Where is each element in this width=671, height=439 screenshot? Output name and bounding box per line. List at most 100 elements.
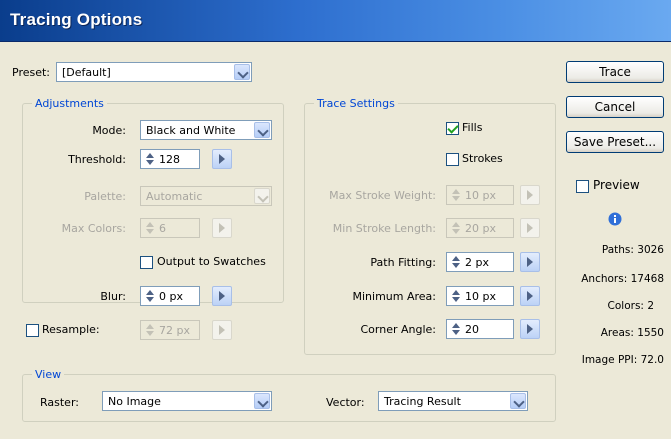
- max-colors-value: 6: [159, 222, 166, 235]
- mode-value: Black and White: [146, 124, 236, 137]
- chevron-down-icon[interactable]: [254, 188, 270, 204]
- arrow-right-icon: [527, 223, 533, 233]
- cancel-button-label: Cancel: [594, 100, 636, 114]
- resample-value: 72 px: [159, 324, 190, 337]
- max-stroke-weight-label: Max Stroke Weight:: [329, 189, 436, 202]
- preview-label: Preview: [593, 178, 640, 192]
- paths-value: 3026: [637, 244, 664, 256]
- trace-button-label: Trace: [599, 65, 631, 79]
- trace-button[interactable]: Trace: [566, 61, 664, 83]
- stepper-arrows-icon[interactable]: [143, 152, 155, 166]
- arrow-right-icon: [527, 257, 533, 267]
- blur-stepper[interactable]: 0 px: [140, 286, 200, 306]
- palette-label: Palette:: [84, 190, 126, 203]
- fills-checkbox[interactable]: [446, 122, 459, 135]
- min-stroke-length-slider-button[interactable]: [520, 218, 540, 238]
- arrow-right-icon: [219, 325, 225, 335]
- corner-angle-label: Corner Angle:: [360, 323, 436, 336]
- minimum-area-label: Minimum Area:: [352, 290, 437, 303]
- colors-value: 2: [647, 300, 654, 312]
- arrow-right-icon: [527, 291, 533, 301]
- min-stroke-length-stepper[interactable]: 20 px: [446, 218, 514, 238]
- stepper-arrows-icon[interactable]: [449, 322, 461, 336]
- threshold-slider-button[interactable]: [212, 149, 232, 169]
- raster-value: No Image: [108, 395, 161, 408]
- blur-value: 0 px: [159, 290, 183, 303]
- raster-dropdown[interactable]: No Image: [102, 391, 272, 411]
- min-stroke-length-value: 20 px: [465, 222, 496, 235]
- stepper-arrows-icon[interactable]: [449, 221, 461, 235]
- stepper-arrows-icon[interactable]: [143, 289, 155, 303]
- arrow-right-icon: [527, 190, 533, 200]
- paths-stat: Paths: 3026: [570, 244, 664, 256]
- stepper-arrows-icon[interactable]: [143, 221, 155, 235]
- image-ppi-stat: Image PPI: 72.0: [558, 354, 664, 366]
- stepper-arrows-icon[interactable]: [449, 255, 461, 269]
- dialog-title: Tracing Options: [10, 10, 143, 29]
- stepper-arrows-icon[interactable]: [143, 323, 155, 337]
- max-colors-stepper[interactable]: 6: [140, 218, 200, 238]
- title-bar[interactable]: Tracing Options: [0, 0, 671, 42]
- max-colors-slider-button[interactable]: [212, 218, 232, 238]
- raster-label: Raster:: [40, 396, 79, 409]
- max-stroke-weight-slider-button[interactable]: [520, 185, 540, 205]
- chevron-down-icon[interactable]: [510, 393, 526, 409]
- image-ppi-label: Image PPI:: [581, 354, 638, 366]
- corner-angle-stepper[interactable]: 20: [446, 319, 514, 339]
- threshold-value: 128: [159, 153, 180, 166]
- strokes-checkbox[interactable]: [446, 153, 459, 166]
- resample-stepper[interactable]: 72 px: [140, 320, 200, 340]
- corner-angle-value: 20: [465, 323, 479, 336]
- anchors-stat: Anchors: 17468: [560, 273, 664, 285]
- fills-label: Fills: [462, 121, 483, 134]
- minimum-area-stepper[interactable]: 10 px: [446, 286, 514, 306]
- path-fitting-stepper[interactable]: 2 px: [446, 252, 514, 272]
- save-preset-button[interactable]: Save Preset...: [566, 131, 664, 153]
- chevron-down-icon[interactable]: [234, 64, 250, 80]
- output-to-swatches-label: Output to Swatches: [157, 255, 266, 268]
- corner-angle-slider-button[interactable]: [520, 319, 540, 339]
- threshold-stepper[interactable]: 128: [140, 149, 200, 169]
- minimum-area-value: 10 px: [465, 290, 496, 303]
- anchors-value: 17468: [630, 273, 664, 285]
- anchors-label: Anchors:: [581, 273, 628, 285]
- adjustments-group-label: Adjustments: [32, 97, 107, 110]
- resample-slider-button[interactable]: [212, 320, 232, 340]
- stepper-arrows-icon[interactable]: [449, 188, 461, 202]
- colors-label: Colors:: [607, 300, 644, 312]
- image-ppi-value: 72.0: [640, 354, 664, 366]
- arrow-right-icon: [219, 223, 225, 233]
- chevron-down-icon[interactable]: [254, 393, 270, 409]
- view-group-label: View: [32, 368, 65, 381]
- stepper-arrows-icon[interactable]: [449, 289, 461, 303]
- areas-value: 1550: [637, 327, 664, 339]
- palette-dropdown[interactable]: Automatic: [140, 186, 272, 206]
- cancel-button[interactable]: Cancel: [566, 96, 664, 118]
- mode-dropdown[interactable]: Black and White: [140, 120, 272, 140]
- mode-label: Mode:: [92, 124, 126, 137]
- areas-label: Areas:: [600, 327, 634, 339]
- arrow-right-icon: [219, 154, 225, 164]
- max-colors-label: Max Colors:: [61, 222, 126, 235]
- vector-dropdown[interactable]: Tracing Result: [378, 391, 528, 411]
- max-stroke-weight-value: 10 px: [465, 189, 496, 202]
- palette-value: Automatic: [146, 190, 203, 203]
- colors-stat: Colors: 2: [570, 300, 654, 312]
- chevron-down-icon[interactable]: [254, 122, 270, 138]
- trace-settings-group-label: Trace Settings: [314, 97, 398, 110]
- preset-value: [Default]: [62, 66, 111, 79]
- preview-checkbox[interactable]: [576, 180, 589, 193]
- output-to-swatches-checkbox[interactable]: [140, 256, 153, 269]
- vector-value: Tracing Result: [384, 395, 461, 408]
- tracing-options-dialog: Tracing Options Preset: [Default] Adjust…: [0, 0, 671, 439]
- resample-checkbox[interactable]: [26, 324, 39, 337]
- arrow-right-icon: [527, 324, 533, 334]
- path-fitting-slider-button[interactable]: [520, 252, 540, 272]
- preset-dropdown[interactable]: [Default]: [56, 62, 252, 82]
- vector-label: Vector:: [326, 396, 365, 409]
- threshold-label: Threshold:: [68, 153, 126, 166]
- resample-label: Resample:: [42, 323, 100, 336]
- minimum-area-slider-button[interactable]: [520, 286, 540, 306]
- blur-slider-button[interactable]: [212, 286, 232, 306]
- max-stroke-weight-stepper[interactable]: 10 px: [446, 185, 514, 205]
